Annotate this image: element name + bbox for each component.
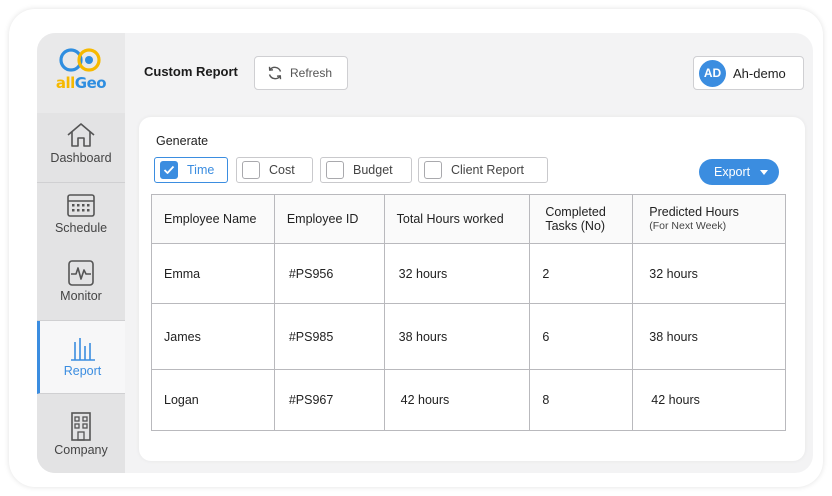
column-header-label: Predicted Hours [649, 205, 739, 219]
time-checkbox[interactable]: Time [154, 157, 228, 183]
app-window: allGeo Dashboard Schedule Monitor Report… [37, 33, 813, 473]
checkbox-box [160, 161, 178, 179]
option-label: Budget [353, 163, 393, 177]
refresh-button[interactable]: Refresh [254, 56, 348, 90]
report-table: Employee Name Employee ID Total Hours wo… [151, 194, 786, 431]
sidebar-item-schedule[interactable]: Schedule [37, 183, 125, 253]
pulse-icon [68, 260, 94, 286]
generate-label: Generate [156, 134, 209, 148]
check-icon [163, 165, 175, 174]
budget-checkbox[interactable]: Budget [320, 157, 412, 183]
home-icon [67, 123, 95, 147]
table-cell: #PS956 [273, 243, 385, 304]
export-label: Export [714, 165, 751, 179]
app-frame: allGeo Dashboard Schedule Monitor Report… [9, 9, 823, 487]
table-cell: #PS967 [273, 369, 385, 431]
calendar-icon [67, 194, 95, 217]
logo: allGeo [37, 47, 125, 97]
table-cell: Emma [151, 243, 275, 304]
table-cell: James [151, 303, 275, 370]
checkbox-box [326, 161, 344, 179]
logo-rings-icon [59, 48, 101, 72]
table-cell: 2 [529, 243, 634, 304]
client-report-checkbox[interactable]: Client Report [418, 157, 548, 183]
table-row[interactable]: Logan #PS967 42 hours 8 42 hours [151, 369, 786, 431]
option-label: Time [187, 163, 215, 177]
table-cell: 6 [529, 303, 634, 370]
table-cell: 38 hours [383, 303, 531, 370]
table-cell: 8 [529, 369, 634, 431]
table-row[interactable]: Emma #PS956 32 hours 2 32 hours [151, 243, 786, 304]
column-header[interactable]: Predicted Hours (For Next Week) [632, 194, 786, 244]
user-menu[interactable]: AD Ah-demo [693, 56, 804, 90]
table-cell: 32 hours [632, 243, 786, 304]
caret-down-icon [760, 169, 769, 175]
table-cell: Logan [151, 369, 275, 431]
sidebar-item-company[interactable]: Company [37, 394, 125, 473]
sidebar-item-dashboard[interactable]: Dashboard [37, 113, 125, 183]
user-name: Ah-demo [733, 65, 786, 81]
column-header[interactable]: Employee ID [273, 194, 385, 244]
sidebar: allGeo Dashboard Schedule Monitor Report… [37, 33, 125, 473]
cost-checkbox[interactable]: Cost [236, 157, 313, 183]
sidebar-item-monitor[interactable]: Monitor [37, 251, 125, 321]
column-header[interactable]: Completed Tasks (No) [529, 194, 634, 244]
table-cell: #PS985 [273, 303, 385, 370]
report-panel: Generate Time Cost Budget Client Report … [139, 117, 805, 461]
building-icon [71, 412, 91, 441]
sidebar-item-label: Monitor [60, 289, 102, 303]
table-cell: 42 hours [632, 369, 786, 431]
table-row[interactable]: James #PS985 38 hours 6 38 hours [151, 303, 786, 370]
sidebar-item-label: Schedule [54, 221, 108, 235]
option-label: Client Report [451, 163, 524, 177]
bar-chart-icon [70, 338, 95, 361]
column-header[interactable]: Total Hours worked [383, 194, 531, 244]
table-header-row: Employee Name Employee ID Total Hours wo… [151, 194, 786, 244]
logo-text: allGeo [55, 74, 107, 92]
sidebar-item-label: Dashboard [50, 151, 112, 165]
table-cell: 32 hours [383, 243, 531, 304]
page-title: Custom Report [144, 64, 238, 79]
checkbox-box [242, 161, 260, 179]
sidebar-item-report[interactable]: Report [37, 321, 125, 394]
table-cell: 42 hours [383, 369, 531, 431]
refresh-icon [268, 66, 282, 80]
avatar: AD [699, 59, 726, 87]
table-cell: 38 hours [632, 303, 786, 370]
column-header-sub: (For Next Week) [649, 220, 727, 232]
export-button[interactable]: Export [699, 159, 779, 185]
checkbox-box [424, 161, 442, 179]
sidebar-item-label: Company [54, 443, 108, 457]
refresh-label: Refresh [290, 66, 333, 80]
option-label: Cost [269, 163, 295, 177]
sidebar-item-label: Report [63, 364, 102, 378]
column-header[interactable]: Employee Name [151, 194, 275, 244]
